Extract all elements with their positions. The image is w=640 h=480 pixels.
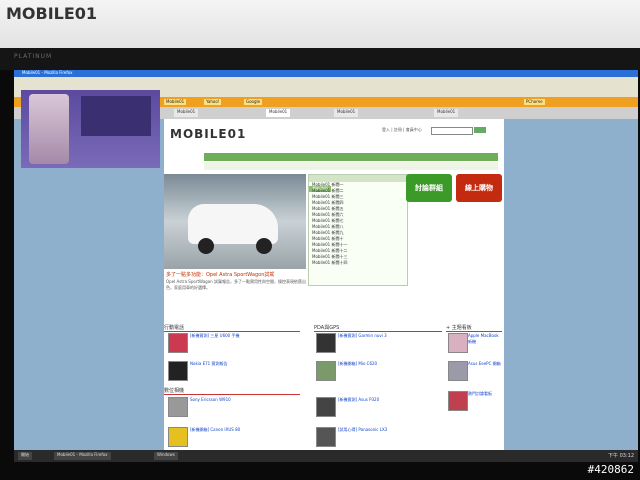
- hero-image[interactable]: [164, 174, 306, 269]
- car-wheel: [198, 238, 214, 254]
- article-link[interactable]: 熱門討論看板: [468, 391, 502, 397]
- article-thumbnail[interactable]: [316, 397, 336, 417]
- window-title: Mobile01 - Mozilla Firefox: [22, 70, 73, 75]
- panel-menu[interactable]: [81, 96, 151, 136]
- car-wheel: [256, 238, 272, 254]
- bookmark-item[interactable]: Google: [244, 99, 263, 105]
- article-link[interactable]: Asus EeePC 開箱: [468, 361, 502, 367]
- article-thumbnail[interactable]: [316, 361, 336, 381]
- browser-titlebar: Mobile01 - Mozilla Firefox: [14, 70, 638, 77]
- article-link[interactable]: [新機實測] 三星 U600 手機: [190, 333, 300, 339]
- taskbar-clock: 下午 03:12: [608, 453, 634, 459]
- browser-tab[interactable]: Mobile01: [434, 109, 459, 117]
- monitor-bezel: PLATINUM: [0, 48, 640, 70]
- svg-text:MOBILE01: MOBILE01: [6, 4, 97, 23]
- article-link[interactable]: Sony Ericsson W910: [190, 397, 300, 403]
- hero-caption[interactable]: 多了一點多功能：Opel Astra SportWagon試駕: [166, 271, 274, 278]
- article-link[interactable]: [試用心得] Panasonic LX3: [338, 427, 442, 433]
- news-tabs: 最新消息: [309, 175, 407, 192]
- article-thumbnail[interactable]: [168, 397, 188, 417]
- article-thumbnail[interactable]: [316, 333, 336, 353]
- overlay-media-panel: [21, 90, 160, 168]
- article-thumbnail[interactable]: [168, 333, 188, 353]
- article-link[interactable]: [新機實測] Asus P320: [338, 397, 442, 403]
- browser-tab[interactable]: Mobile01: [174, 109, 199, 117]
- monitor-brand: PLATINUM: [14, 53, 53, 60]
- news-item[interactable]: Mobile01 新聞十四: [309, 260, 407, 266]
- main-nav[interactable]: [204, 153, 498, 161]
- panel-photo: [29, 94, 69, 164]
- taskbar: 開始 Mobile01 - Mozilla Firefox Windows 下午…: [14, 450, 638, 462]
- web-page: MOBILE01 登入 | 註冊 | 會員中心 多了一點多功能：Opel Ast…: [164, 119, 504, 450]
- taskbar-window-button[interactable]: Windows: [154, 452, 178, 460]
- top-links[interactable]: 登入 | 註冊 | 會員中心: [382, 127, 422, 133]
- taskbar-window-button[interactable]: Mobile01 - Mozilla Firefox: [54, 452, 111, 460]
- browser-tab-active[interactable]: Mobile01: [266, 109, 291, 117]
- section-heading[interactable]: 數位相機: [164, 387, 300, 395]
- ad-bar: [170, 145, 498, 153]
- article-link[interactable]: Nokia E71 實測報告: [190, 361, 300, 367]
- news-box: 最新消息 Mobile01 新聞一 Mobile01 新聞二 Mobile01 …: [308, 174, 408, 286]
- start-button[interactable]: 開始: [18, 452, 32, 460]
- post-id: #420862: [587, 463, 634, 476]
- article-link[interactable]: [新機實測] Garmin nuvi 3: [338, 333, 442, 339]
- site-logo[interactable]: MOBILE01: [170, 127, 246, 141]
- watermark-band: MOBILE01: [0, 0, 640, 48]
- browser-tab[interactable]: Mobile01: [334, 109, 359, 117]
- hero-text: Opel Astra SportWagon 試駕報告，多了一點實用性與空間，操控…: [166, 279, 306, 290]
- bookmark-item[interactable]: Mobile01: [164, 99, 187, 105]
- article-thumbnail[interactable]: [168, 427, 188, 447]
- article-thumbnail[interactable]: [168, 361, 188, 381]
- bookmark-item[interactable]: Yahoo!: [204, 99, 222, 105]
- article-thumbnail[interactable]: [448, 361, 468, 381]
- article-thumbnail[interactable]: [448, 333, 468, 353]
- search-input[interactable]: [431, 127, 473, 135]
- section-heading[interactable]: PDA與GPS: [314, 324, 442, 332]
- section-heading[interactable]: + 主題看板: [446, 324, 502, 332]
- monitor-screen: Mobile01 - Mozilla Firefox Mobile01 Yaho…: [14, 70, 638, 450]
- article-link[interactable]: [新機開箱] Canon IXUS 80: [190, 427, 300, 433]
- section-heading[interactable]: 行動電話: [164, 324, 300, 332]
- bookmark-item[interactable]: PChome: [524, 99, 545, 105]
- article-link[interactable]: [新機開箱] Mio C620: [338, 361, 442, 367]
- article-thumbnail[interactable]: [316, 427, 336, 447]
- mobile01-watermark-logo: MOBILE01: [6, 4, 97, 23]
- shop-button[interactable]: 線上購物: [456, 174, 502, 202]
- sub-nav[interactable]: [204, 162, 498, 170]
- search-button[interactable]: [474, 127, 486, 133]
- forum-button[interactable]: 討論群組: [406, 174, 452, 202]
- article-link[interactable]: Apple MacBook 新機: [468, 333, 502, 345]
- article-thumbnail[interactable]: [448, 391, 468, 411]
